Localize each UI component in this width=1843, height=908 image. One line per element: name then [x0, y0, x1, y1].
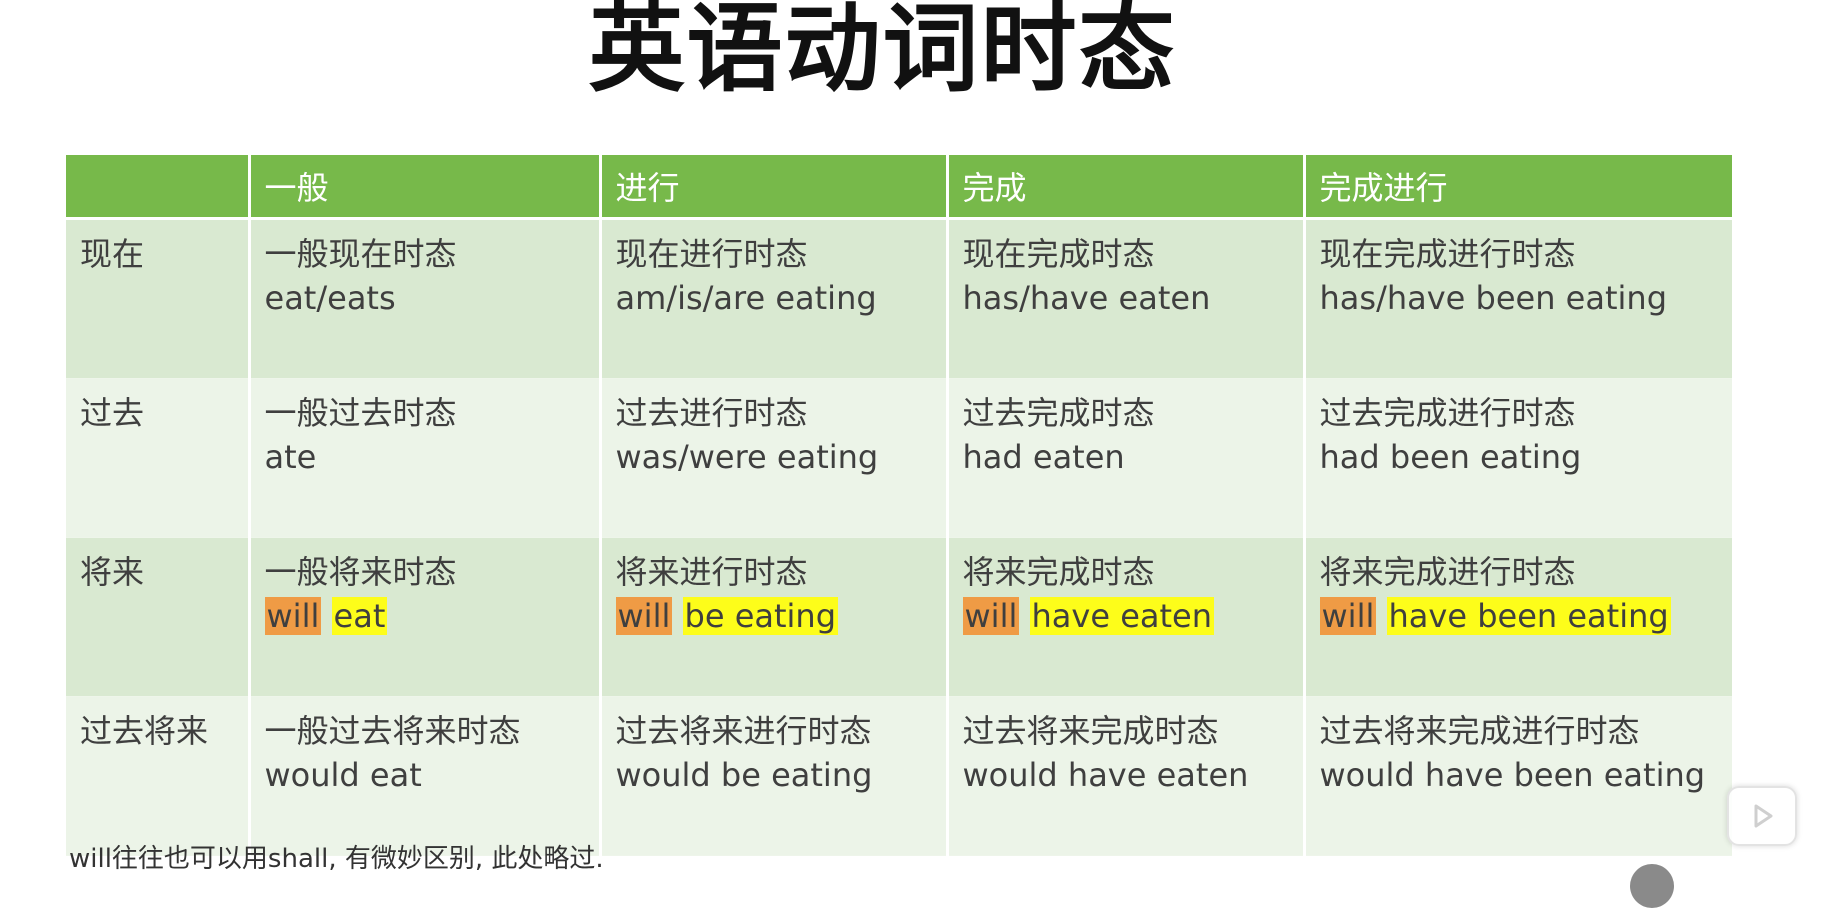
tense-form: was/were eating: [615, 438, 879, 476]
tense-table: 一般 进行 完成 完成进行 现在 一般现在时态 eat/eats 现在进行时态 …: [66, 155, 1732, 856]
tense-name: 一般现在时态: [264, 235, 457, 273]
header-perfect-progressive: 完成进行: [1302, 155, 1732, 220]
table-cell: 一般过去时态 ate: [247, 378, 600, 538]
will-highlight: will: [1319, 597, 1377, 635]
verb-highlight: have eaten: [1029, 597, 1215, 635]
table-cell: 过去完成进行时态 had been eating: [1302, 378, 1732, 538]
table-cell: 一般过去将来时态 would eat: [247, 696, 600, 856]
tense-form: will be eating: [615, 594, 946, 638]
row-label: 过去: [66, 378, 249, 538]
tense-form: will have eaten: [962, 594, 1303, 638]
row-label: 现在: [66, 218, 249, 379]
table-cell: 过去进行时态 was/were eating: [598, 378, 947, 538]
tense-form: will have been eating: [1319, 594, 1733, 638]
tense-name: 将来完成进行时态: [1319, 553, 1576, 591]
header-simple: 一般: [247, 155, 600, 220]
table-cell: 现在完成时态 has/have eaten: [945, 218, 1304, 379]
table-cell: 将来进行时态 will be eating: [598, 537, 947, 697]
tense-form: would eat: [264, 756, 422, 794]
will-highlight: will: [264, 597, 322, 635]
tense-form: has/have eaten: [962, 279, 1211, 317]
header-corner: [66, 155, 249, 220]
table-row-present: 现在 一般现在时态 eat/eats 现在进行时态 am/is/are eati…: [66, 218, 1732, 379]
header-progressive: 进行: [598, 155, 947, 220]
verb-highlight: have been eating: [1386, 597, 1671, 635]
row-label: 将来: [66, 537, 249, 697]
tense-name: 过去将来完成进行时态: [1319, 712, 1640, 750]
table-row-past: 过去 一般过去时态 ate 过去进行时态 was/were eating 过去完…: [66, 378, 1732, 538]
tense-form: am/is/are eating: [615, 279, 877, 317]
footnote: will往往也可以用shall, 有微妙区别, 此处略过.: [69, 844, 604, 874]
tense-form: would be eating: [615, 756, 873, 794]
table-cell: 过去将来进行时态 would be eating: [598, 696, 947, 856]
will-highlight: will: [615, 597, 673, 635]
tense-form: would have been eating: [1319, 756, 1706, 794]
table-cell: 一般现在时态 eat/eats: [247, 218, 600, 379]
row-label: 过去将来: [66, 696, 249, 856]
tense-name: 过去将来进行时态: [615, 712, 872, 750]
table-row-past-future: 过去将来 一般过去将来时态 would eat 过去将来进行时态 would b…: [66, 696, 1732, 856]
tense-form: had eaten: [962, 438, 1125, 476]
tense-form: would have eaten: [962, 756, 1249, 794]
tense-form: had been eating: [1319, 438, 1582, 476]
table-cell: 过去将来完成进行时态 would have been eating: [1302, 696, 1732, 856]
tense-name: 一般过去将来时态: [264, 712, 521, 750]
tense-name: 过去将来完成时态: [962, 712, 1219, 750]
tense-name: 现在完成时态: [962, 235, 1155, 273]
page-title: 英语动词时态: [588, 0, 1177, 105]
table-cell: 过去将来完成时态 would have eaten: [945, 696, 1304, 856]
tense-name: 将来完成时态: [962, 553, 1155, 591]
table-header-row: 一般 进行 完成 完成进行: [66, 155, 1732, 220]
table-cell: 现在进行时态 am/is/are eating: [598, 218, 947, 379]
verb-highlight: eat: [331, 597, 388, 635]
table-cell: 过去完成时态 had eaten: [945, 378, 1304, 538]
tense-form: has/have been eating: [1319, 279, 1668, 317]
header-perfect: 完成: [945, 155, 1304, 220]
tense-name: 过去完成时态: [962, 394, 1155, 432]
play-button[interactable]: [1727, 786, 1797, 846]
verb-highlight: be eating: [682, 597, 839, 635]
tense-form: ate: [264, 438, 317, 476]
tense-form: will eat: [264, 594, 599, 638]
table-cell: 一般将来时态 will eat: [247, 537, 600, 697]
tense-name: 现在进行时态: [615, 235, 808, 273]
table-cell: 将来完成进行时态 will have been eating: [1302, 537, 1733, 697]
tense-name: 过去完成进行时态: [1319, 394, 1576, 432]
table-cell: 现在完成进行时态 has/have been eating: [1302, 218, 1732, 379]
tense-name: 一般将来时态: [264, 553, 457, 591]
tense-name: 将来进行时态: [615, 553, 808, 591]
play-icon: [1754, 804, 1773, 828]
tense-form: eat/eats: [264, 279, 396, 317]
will-highlight: will: [962, 597, 1020, 635]
tense-name: 一般过去时态: [264, 394, 457, 432]
tense-name: 过去进行时态: [615, 394, 808, 432]
corner-dot: [1630, 864, 1674, 908]
tense-name: 现在完成进行时态: [1319, 235, 1576, 273]
table-row-future: 将来 一般将来时态 will eat 将来进行时态 will be eating…: [66, 537, 1733, 697]
table-cell: 将来完成时态 will have eaten: [945, 537, 1304, 697]
